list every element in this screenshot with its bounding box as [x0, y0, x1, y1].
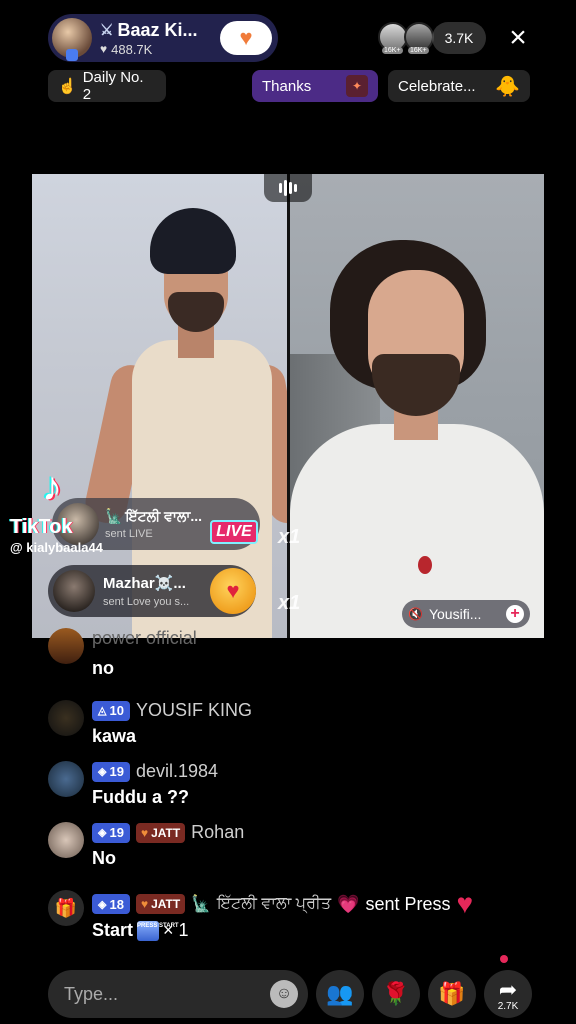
stream-figure [372, 354, 460, 416]
muted-speaker-icon: 🔇 [408, 607, 423, 621]
chat-message[interactable]: ◬ 10 YOUSIF KING kawa [48, 700, 548, 750]
viewer-count[interactable]: 3.7K [432, 22, 486, 54]
hand-icon: ☝ [58, 78, 77, 95]
host-name: Baaz Ki... [117, 19, 198, 40]
viewer-tag: 16K+ [382, 47, 403, 54]
gift-button[interactable]: 🎁 [428, 970, 476, 1018]
thanks-label: Thanks [262, 77, 312, 95]
level-badge: ◈ 19 [92, 822, 130, 843]
avatar [48, 700, 84, 736]
chat-username: ਇੱਟਲੀ ਵਾਲਾ ਪ੍ਰੀਤ [217, 895, 332, 912]
heart-icon: 💗 [337, 893, 360, 914]
avatar [48, 628, 84, 664]
level-badge: ◈ 18 [92, 894, 130, 914]
multi-guest-button[interactable]: 👥 [316, 970, 364, 1018]
statue-icon: 🗽 [105, 508, 123, 524]
gift-count: × 1 [163, 920, 189, 940]
comment-placeholder: Type... [64, 983, 119, 1004]
notification-dot [500, 955, 508, 963]
fan-badge: ♥ JATT [135, 894, 186, 914]
level-badge: ◬ 10 [92, 700, 130, 721]
chat-text: Fuddu a ?? [92, 787, 189, 807]
rose-icon: 🌹 [382, 981, 410, 1006]
thanks-chip[interactable]: Thanks ✦ [252, 70, 378, 102]
shield-icon [66, 49, 78, 61]
chat-username: Rohan [191, 822, 245, 842]
statue-icon: 🗽 [191, 896, 212, 913]
gift-name: Start [92, 920, 134, 940]
chat-gift-message[interactable]: 🎁 ◈ 18 ♥ JATT 🗽 ਇੱਟਲੀ ਵਾਲਾ ਪ੍ਰੀਤ 💗 sent Press ♥ … [48, 890, 548, 950]
host-avatar[interactable] [52, 18, 92, 61]
people-icon: 👥 [326, 981, 354, 1006]
right-video-stream[interactable] [290, 174, 544, 638]
daily-ranking-chip[interactable]: ☝ Daily No. 2 [48, 69, 166, 103]
chat-text: no [92, 658, 114, 678]
emoji-icon[interactable]: ☺ [270, 980, 298, 1008]
share-icon: ➦ [498, 976, 518, 1002]
follow-plus-icon[interactable]: + [506, 605, 524, 623]
tiktok-watermark: TikTok [10, 516, 73, 538]
avatar [53, 570, 95, 612]
chick-icon: 🐥 [495, 75, 520, 98]
chat-username: devil.1984 [135, 761, 219, 781]
heart-hug-icon: ♥ [210, 568, 256, 614]
celebrate-chip[interactable]: Celebrate... 🐥 [388, 70, 530, 102]
fan-badge: ♥ JATT [135, 822, 186, 843]
close-icon[interactable]: × [502, 22, 534, 54]
chat-action: sent Press [365, 893, 451, 914]
tiktok-logo: ♪ [22, 466, 82, 508]
multiplier-label: x1 [278, 526, 301, 548]
multiplier-label: x1 [278, 592, 301, 614]
stream-figure [150, 208, 236, 274]
daily-ranking-label: Daily No. 2 [82, 69, 144, 103]
heart-gift-icon: ♥ [456, 888, 474, 919]
gift-sender-name: Mazhar☠️... [103, 575, 186, 592]
guest-label[interactable]: 🔇 Yousifi... + [402, 600, 530, 628]
comment-input[interactable]: Type... ☺ [48, 970, 308, 1018]
chat-message[interactable]: ◈ 19 devil.1984 Fuddu a ?? [48, 761, 548, 811]
gift-sender-name: ਇੱਟਲੀ ਵਾਲਾ... [125, 508, 203, 524]
tiktok-note-icon: ♪ [42, 465, 62, 509]
gift-icon: 🎁 [438, 981, 466, 1006]
audio-bars-icon[interactable] [264, 174, 312, 202]
heart-small-icon: ♥ [100, 42, 108, 56]
live-badge: LIVE [210, 520, 258, 544]
avatar [48, 761, 84, 797]
gift-icon: 🎁 [48, 890, 84, 926]
host-likes: 488.7K [111, 41, 153, 57]
stream-divider [287, 174, 290, 638]
heart-icon: ♥ [239, 25, 253, 50]
viewer-tag: 16K+ [408, 47, 429, 54]
gift-sub: sent Love you s... [103, 596, 190, 608]
chat-text: kawa [92, 726, 137, 746]
swords-icon: ⚔ [100, 22, 114, 39]
share-count: 2.7K [497, 1000, 519, 1012]
viewer-avatar[interactable]: 16K+ [404, 22, 434, 54]
guest-name: Yousifi... [428, 606, 482, 622]
level-badge: ◈ 19 [92, 761, 130, 782]
stream-figure [418, 556, 432, 574]
chat-username: power official [92, 628, 197, 648]
celebrate-label: Celebrate... [398, 77, 476, 95]
host-profile-pill[interactable]: ⚔ Baaz Ki... ♥ 488.7K ♥ 7 [48, 14, 278, 62]
chat-message[interactable]: ◈ 19 ♥ JATT Rohan No [48, 822, 548, 872]
chat-username: YOUSIF KING [135, 700, 252, 720]
gift-box-icon: ✦ [346, 75, 368, 97]
gift-sub: sent LIVE [105, 528, 153, 540]
rose-gift-button[interactable]: 🌹 [372, 970, 420, 1018]
share-button[interactable]: ➦ 2.7K [484, 970, 532, 1018]
top-viewers[interactable]: 16K+ 16K+ [378, 22, 438, 54]
follow-button[interactable]: ♥ 7 [220, 21, 272, 55]
avatar [48, 822, 84, 858]
stream-figure [168, 292, 224, 332]
chat-text: No [92, 848, 116, 868]
follow-badge-count: 7 [253, 35, 259, 45]
press-start-icon: PRESS START [137, 920, 179, 941]
tiktok-watermark-user: @ kialybaala44 [10, 540, 103, 555]
chat-message[interactable]: power official no [48, 628, 548, 678]
